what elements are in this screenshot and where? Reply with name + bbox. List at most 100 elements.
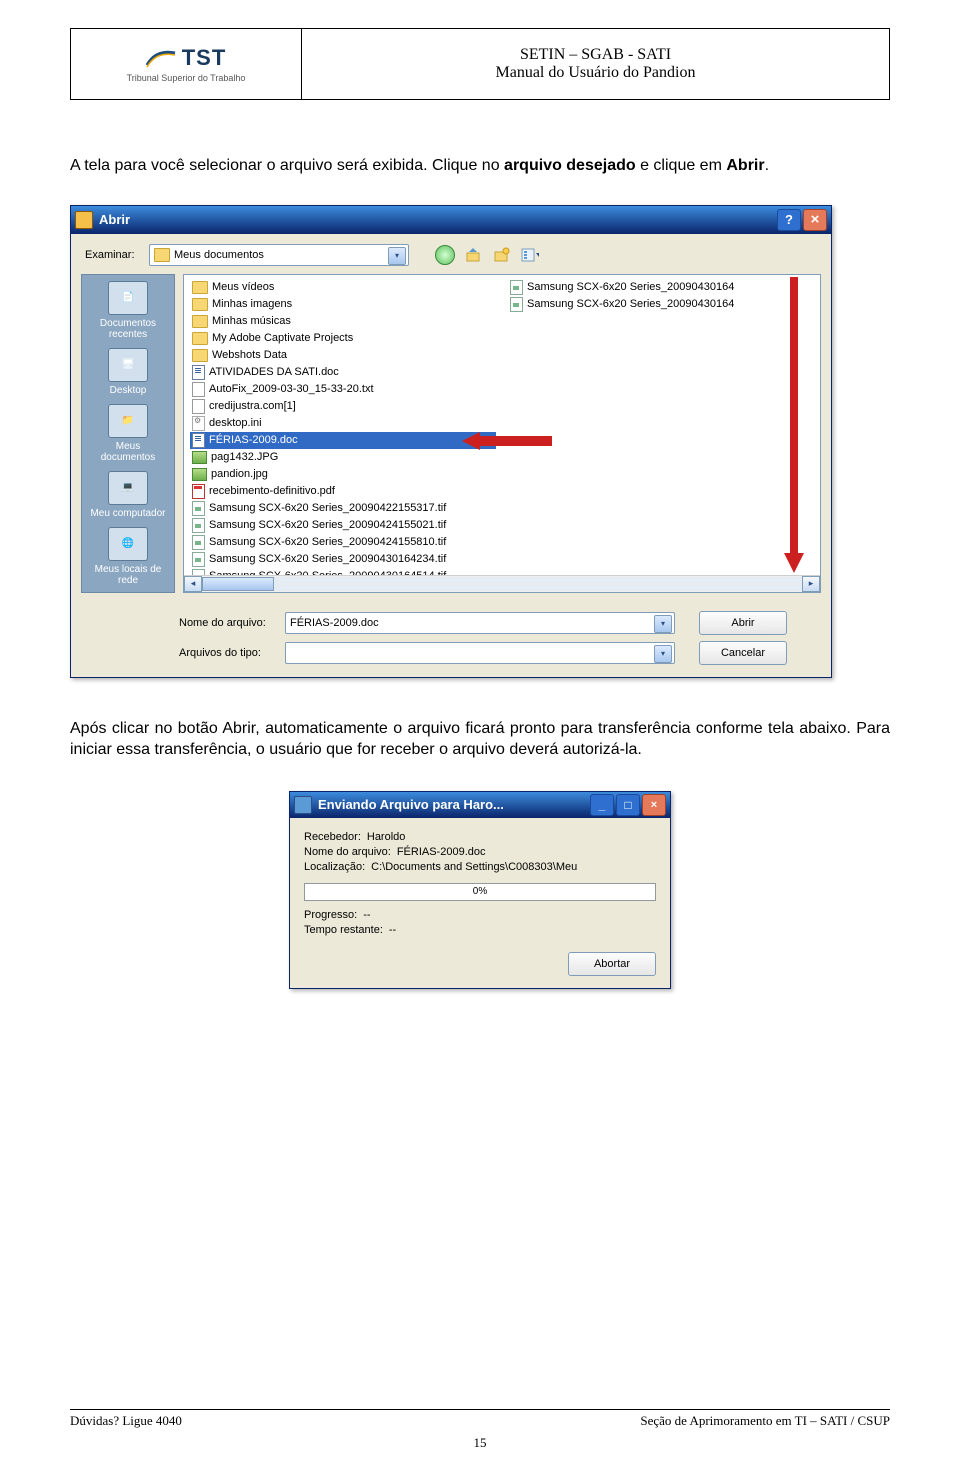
logo-text: TST bbox=[182, 45, 227, 71]
file-item-label: Minhas músicas bbox=[212, 315, 291, 327]
cancel-button[interactable]: Cancelar bbox=[699, 641, 787, 665]
folder-open-icon bbox=[75, 211, 93, 229]
open-dialog-titlebar[interactable]: Abrir ? × bbox=[71, 206, 831, 234]
file-item[interactable]: recebimento-definitivo.pdf bbox=[190, 483, 496, 500]
scroll-left-icon[interactable]: ◂ bbox=[184, 576, 202, 592]
progress-bar: 0% bbox=[304, 883, 656, 901]
logo-swoosh-icon bbox=[146, 47, 176, 69]
close-button[interactable]: × bbox=[803, 209, 827, 231]
scroll-track[interactable] bbox=[202, 577, 802, 591]
place-network[interactable]: 🌐Meus locais de rede bbox=[88, 527, 168, 586]
desktop-icon: 🖥 bbox=[108, 348, 148, 382]
back-icon[interactable] bbox=[435, 245, 455, 265]
tif-icon bbox=[192, 552, 205, 567]
close-button[interactable]: × bbox=[642, 794, 666, 816]
filename-label: Nome do arquivo: bbox=[179, 617, 275, 629]
file-item[interactable]: credijustra.com[1] bbox=[190, 398, 496, 415]
file-item-label: ATIVIDADES DA SATI.doc bbox=[209, 366, 339, 378]
chevron-down-icon[interactable]: ▾ bbox=[388, 247, 406, 265]
file-item-label: FÉRIAS-2009.doc bbox=[209, 434, 298, 446]
folder-icon bbox=[192, 332, 208, 345]
txt-icon bbox=[192, 382, 205, 397]
file-item[interactable]: pag1432.JPG bbox=[190, 449, 496, 466]
file-item[interactable]: Samsung SCX-6x20 Series_20090430164234.t… bbox=[190, 551, 496, 568]
file-item[interactable]: AutoFix_2009-03-30_15-33-20.txt bbox=[190, 381, 496, 398]
scroll-thumb[interactable] bbox=[202, 577, 274, 591]
place-recent[interactable]: 📄Documentos recentes bbox=[88, 281, 168, 340]
file-item-label: desktop.ini bbox=[209, 417, 262, 429]
file-item[interactable]: Samsung SCX-6x20 Series_20090424155810.t… bbox=[190, 534, 496, 551]
file-item[interactable]: pandion.jpg bbox=[190, 466, 496, 483]
img-icon bbox=[192, 451, 207, 464]
file-item[interactable]: Minhas imagens bbox=[190, 296, 496, 313]
chevron-down-icon[interactable]: ▾ bbox=[654, 645, 672, 663]
file-item-label: Samsung SCX-6x20 Series_20090424155021.t… bbox=[209, 519, 446, 531]
footer-right: Seção de Aprimoramento em TI – SATI / CS… bbox=[640, 1413, 890, 1429]
place-mydocs[interactable]: 📁Meus documentos bbox=[88, 404, 168, 463]
lookin-value: Meus documentos bbox=[174, 249, 264, 261]
folder-icon bbox=[192, 298, 208, 311]
open-button[interactable]: Abrir bbox=[699, 611, 787, 635]
folder-icon bbox=[154, 248, 170, 262]
tif-icon bbox=[192, 535, 205, 550]
file-item-label: pag1432.JPG bbox=[211, 451, 278, 463]
file-item-label: recebimento-definitivo.pdf bbox=[209, 485, 335, 497]
place-mycomputer[interactable]: 💻Meu computador bbox=[88, 471, 168, 519]
file-item[interactable]: Minhas músicas bbox=[190, 313, 496, 330]
scroll-right-icon[interactable]: ▸ bbox=[802, 576, 820, 592]
up-one-level-icon[interactable] bbox=[465, 246, 483, 264]
open-file-dialog: Abrir ? × Examinar: Meus documentos ▾ bbox=[70, 205, 832, 678]
file-item[interactable]: Meus vídeos bbox=[190, 279, 496, 296]
file-item-label: Webshots Data bbox=[212, 349, 287, 361]
status-dialog-titlebar[interactable]: Enviando Arquivo para Haro... _ □ × bbox=[290, 792, 670, 818]
abort-button[interactable]: Abortar bbox=[568, 952, 656, 976]
file-item[interactable]: Samsung SCX-6x20 Series_20090430164 bbox=[508, 279, 814, 296]
file-item-label: Samsung SCX-6x20 Series_20090430164 bbox=[527, 281, 734, 293]
file-item[interactable]: ATIVIDADES DA SATI.doc bbox=[190, 364, 496, 381]
doc-icon bbox=[192, 365, 205, 380]
file-item[interactable]: Samsung SCX-6x20 Series_20090430164 bbox=[508, 296, 814, 313]
file-item[interactable]: Webshots Data bbox=[190, 347, 496, 364]
place-desktop[interactable]: 🖥Desktop bbox=[88, 348, 168, 396]
filetype-label: Arquivos do tipo: bbox=[179, 647, 275, 659]
status-row: Nome do arquivo:FÉRIAS-2009.doc bbox=[304, 846, 656, 858]
new-folder-icon[interactable] bbox=[493, 246, 511, 264]
file-item[interactable]: Samsung SCX-6x20 Series_20090424155021.t… bbox=[190, 517, 496, 534]
views-icon[interactable] bbox=[521, 246, 539, 264]
tif-icon bbox=[510, 280, 523, 295]
file-column-1: Meus vídeos Minhas imagens Minhas músicas M… bbox=[184, 275, 502, 555]
horizontal-scrollbar[interactable]: ◂ ▸ bbox=[184, 575, 820, 592]
lookin-combo[interactable]: Meus documentos ▾ bbox=[149, 244, 409, 266]
logo-subtitle: Tribunal Superior do Trabalho bbox=[127, 73, 246, 83]
header-title-cell: SETIN – SGAB - SATI Manual do Usuário do… bbox=[302, 29, 889, 99]
status-row: Localização:C:\Documents and Settings\C0… bbox=[304, 861, 656, 873]
status-row: Tempo restante:-- bbox=[304, 924, 656, 936]
file-item-label: My Adobe Captivate Projects bbox=[212, 332, 353, 344]
file-item-label: Minhas imagens bbox=[212, 298, 292, 310]
file-item[interactable]: Samsung SCX-6x20 Series_20090422155317.t… bbox=[190, 500, 496, 517]
minimize-button[interactable]: _ bbox=[590, 794, 614, 816]
network-icon: 🌐 bbox=[108, 527, 148, 561]
maximize-button[interactable]: □ bbox=[616, 794, 640, 816]
status-dialog-title: Enviando Arquivo para Haro... bbox=[318, 797, 504, 812]
file-list-pane[interactable]: Meus vídeos Minhas imagens Minhas músicas M… bbox=[183, 274, 821, 593]
help-button[interactable]: ? bbox=[777, 209, 801, 231]
file-item-label: Samsung SCX-6x20 Series_20090422155317.t… bbox=[209, 502, 446, 514]
folder-icon bbox=[192, 315, 208, 328]
tif-icon bbox=[192, 501, 205, 516]
lookin-label: Examinar: bbox=[85, 249, 141, 261]
header-line1: SETIN – SGAB - SATI bbox=[520, 46, 671, 64]
filename-input[interactable]: FÉRIAS-2009.doc ▾ bbox=[285, 612, 675, 634]
file-item[interactable]: FÉRIAS-2009.doc bbox=[190, 432, 496, 449]
file-item-label: Meus vídeos bbox=[212, 281, 274, 293]
doc-icon bbox=[192, 433, 205, 448]
file-item-label: pandion.jpg bbox=[211, 468, 268, 480]
logo-cell: TST Tribunal Superior do Trabalho bbox=[71, 29, 302, 99]
filetype-combo[interactable]: ▾ bbox=[285, 642, 675, 664]
file-item[interactable]: desktop.ini bbox=[190, 415, 496, 432]
paragraph-2: Após clicar no botão Abrir, automaticame… bbox=[70, 718, 890, 761]
file-item-label: Samsung SCX-6x20 Series_20090430164 bbox=[527, 298, 734, 310]
chevron-down-icon[interactable]: ▾ bbox=[654, 615, 672, 633]
file-item[interactable]: My Adobe Captivate Projects bbox=[190, 330, 496, 347]
txt-icon bbox=[192, 399, 205, 414]
